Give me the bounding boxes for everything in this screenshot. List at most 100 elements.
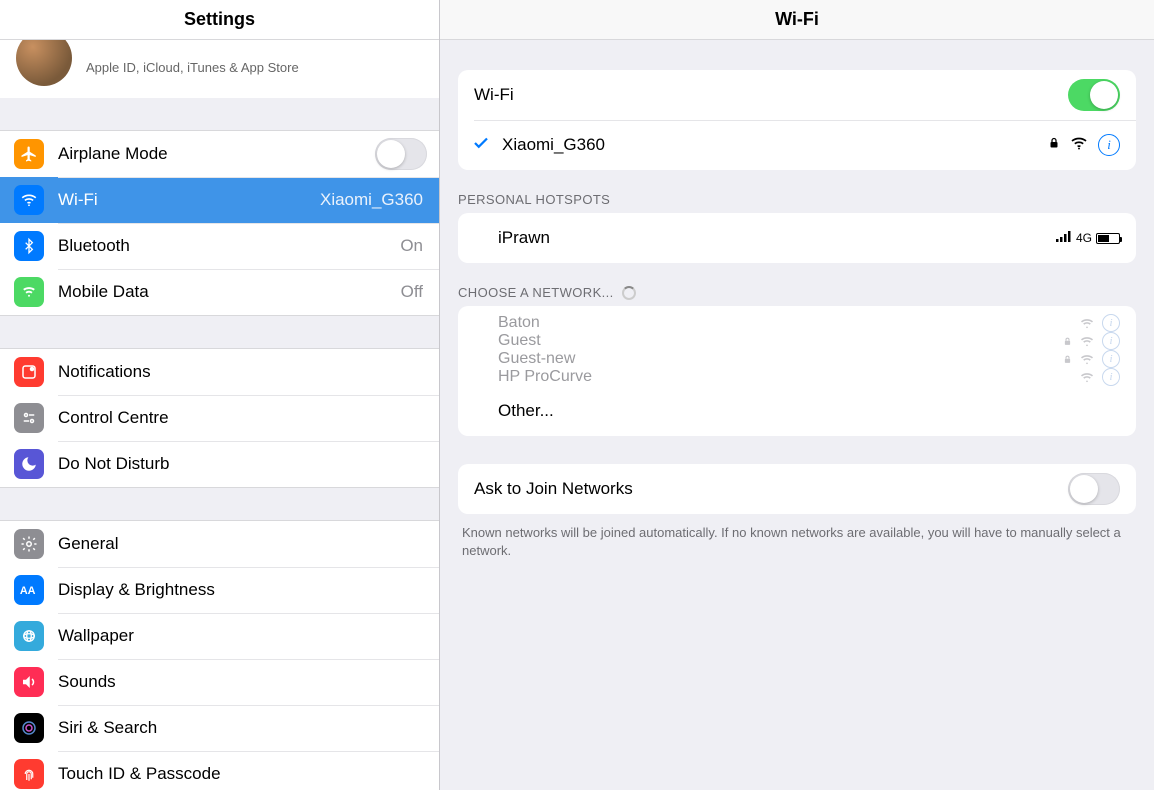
wifi-signal-icon bbox=[1070, 136, 1088, 155]
sidebar-item-mobile-data[interactable]: Mobile Data Off bbox=[0, 269, 439, 315]
sidebar-group-connectivity: Airplane Mode Wi-Fi Xiaomi_G360 Bluetoot… bbox=[0, 130, 439, 316]
row-label: Airplane Mode bbox=[58, 144, 375, 164]
wifi-signal-icon bbox=[1080, 336, 1094, 347]
network-name: HP ProCurve bbox=[498, 368, 1080, 386]
sidebar-item-siri[interactable]: Siri & Search bbox=[0, 705, 439, 751]
check-icon bbox=[472, 134, 490, 157]
ask-join-help: Known networks will be joined automatica… bbox=[440, 514, 1154, 570]
info-button[interactable]: i bbox=[1102, 368, 1120, 386]
row-label: Notifications bbox=[58, 362, 427, 382]
network-row[interactable]: Guest i bbox=[498, 332, 1120, 350]
sidebar-item-wallpaper[interactable]: Wallpaper bbox=[0, 613, 439, 659]
network-name: Guest bbox=[498, 332, 1063, 350]
sidebar-item-bluetooth[interactable]: Bluetooth On bbox=[0, 223, 439, 269]
sidebar-item-sounds[interactable]: Sounds bbox=[0, 659, 439, 705]
sidebar-title: Settings bbox=[0, 0, 439, 40]
lock-icon bbox=[1063, 336, 1072, 347]
row-label: Mobile Data bbox=[58, 282, 401, 302]
row-label: Display & Brightness bbox=[58, 580, 427, 600]
account-subtitle: Apple ID, iCloud, iTunes & App Store bbox=[86, 60, 299, 75]
mobile-data-icon bbox=[14, 277, 44, 307]
row-value: Off bbox=[401, 282, 423, 302]
lock-icon bbox=[1063, 354, 1072, 365]
network-row[interactable]: HP ProCurve i bbox=[498, 368, 1120, 386]
network-name: Baton bbox=[498, 314, 1080, 332]
dnd-icon bbox=[14, 449, 44, 479]
info-button[interactable]: i bbox=[1102, 332, 1120, 350]
sidebar-item-notifications[interactable]: Notifications bbox=[0, 349, 439, 395]
row-label: Do Not Disturb bbox=[58, 454, 427, 474]
settings-sidebar: Settings Apple ID, iCloud, iTunes & App … bbox=[0, 0, 440, 790]
info-button[interactable]: i bbox=[1098, 134, 1120, 156]
battery-icon bbox=[1096, 233, 1120, 244]
row-label: Wi-Fi bbox=[58, 190, 320, 210]
wifi-main-section: Wi-Fi Xiaomi_G360 i bbox=[458, 70, 1136, 170]
sidebar-group-notifications: Notifications Control Centre Do Not Dist… bbox=[0, 348, 439, 488]
airplane-switch[interactable] bbox=[375, 138, 427, 170]
display-icon: AA bbox=[14, 575, 44, 605]
ask-join-section: Ask to Join Networks bbox=[458, 464, 1136, 514]
wifi-signal-icon bbox=[1080, 354, 1094, 365]
hotspot-row[interactable]: iPrawn 4G bbox=[458, 213, 1136, 263]
row-label: Sounds bbox=[58, 672, 427, 692]
sidebar-item-account[interactable]: Apple ID, iCloud, iTunes & App Store bbox=[0, 40, 439, 98]
hotspot-name: iPrawn bbox=[498, 228, 1056, 248]
networks-section: Baton i Guest i Guest-new i HP ProCurve … bbox=[458, 306, 1136, 436]
notifications-icon bbox=[14, 357, 44, 387]
row-label: Control Centre bbox=[58, 408, 427, 428]
hotspot-signal-label: 4G bbox=[1076, 231, 1092, 245]
wallpaper-icon bbox=[14, 621, 44, 651]
row-value: Xiaomi_G360 bbox=[320, 190, 423, 210]
choose-network-header: CHOOSE A NETWORK... bbox=[440, 263, 1154, 306]
sounds-icon bbox=[14, 667, 44, 697]
sidebar-group-general: General AA Display & Brightness Wallpape… bbox=[0, 520, 439, 790]
wifi-toggle-label: Wi-Fi bbox=[474, 85, 1068, 105]
sidebar-item-control-centre[interactable]: Control Centre bbox=[0, 395, 439, 441]
siri-icon bbox=[14, 713, 44, 743]
other-network-row[interactable]: Other... bbox=[458, 386, 1136, 436]
bluetooth-icon bbox=[14, 231, 44, 261]
avatar bbox=[16, 40, 72, 86]
detail-pane: Wi-Fi Wi-Fi Xiaomi_G360 bbox=[440, 0, 1154, 790]
network-row[interactable]: Guest-new i bbox=[498, 350, 1120, 368]
loading-spinner-icon bbox=[622, 286, 636, 300]
row-value: On bbox=[400, 236, 423, 256]
sidebar-item-dnd[interactable]: Do Not Disturb bbox=[0, 441, 439, 487]
touchid-icon bbox=[14, 759, 44, 789]
control-centre-icon bbox=[14, 403, 44, 433]
cell-bars-icon bbox=[1056, 231, 1072, 245]
hotspots-header: PERSONAL HOTSPOTS bbox=[440, 170, 1154, 213]
lock-icon bbox=[1048, 136, 1060, 155]
network-name: Guest-new bbox=[498, 350, 1063, 368]
row-label: Siri & Search bbox=[58, 718, 427, 738]
networks-faded-list: Baton i Guest i Guest-new i HP ProCurve … bbox=[458, 310, 1136, 386]
row-label: Touch ID & Passcode bbox=[58, 764, 427, 784]
info-button[interactable]: i bbox=[1102, 350, 1120, 368]
row-label: Bluetooth bbox=[58, 236, 400, 256]
wifi-icon bbox=[14, 185, 44, 215]
detail-title: Wi-Fi bbox=[440, 0, 1154, 40]
wifi-toggle-row[interactable]: Wi-Fi bbox=[458, 70, 1136, 120]
connected-network-row[interactable]: Xiaomi_G360 i bbox=[458, 120, 1136, 170]
sidebar-item-airplane[interactable]: Airplane Mode bbox=[0, 131, 439, 177]
sidebar-item-wifi[interactable]: Wi-Fi Xiaomi_G360 bbox=[0, 177, 439, 223]
connected-network-name: Xiaomi_G360 bbox=[502, 135, 1048, 155]
info-button[interactable]: i bbox=[1102, 314, 1120, 332]
ask-join-label: Ask to Join Networks bbox=[474, 479, 1068, 499]
gear-icon bbox=[14, 529, 44, 559]
airplane-icon bbox=[14, 139, 44, 169]
sidebar-item-touchid[interactable]: Touch ID & Passcode bbox=[0, 751, 439, 790]
row-label: Wallpaper bbox=[58, 626, 427, 646]
network-row[interactable]: Baton i bbox=[498, 314, 1120, 332]
sidebar-item-general[interactable]: General bbox=[0, 521, 439, 567]
wifi-signal-icon bbox=[1080, 318, 1094, 329]
sidebar-item-display[interactable]: AA Display & Brightness bbox=[0, 567, 439, 613]
other-label: Other... bbox=[498, 401, 1120, 421]
hotspots-section: iPrawn 4G bbox=[458, 213, 1136, 263]
wifi-switch[interactable] bbox=[1068, 79, 1120, 111]
ask-join-switch[interactable] bbox=[1068, 473, 1120, 505]
svg-text:AA: AA bbox=[20, 585, 36, 597]
wifi-signal-icon bbox=[1080, 372, 1094, 383]
ask-join-row[interactable]: Ask to Join Networks bbox=[458, 464, 1136, 514]
choose-network-label: CHOOSE A NETWORK... bbox=[458, 285, 614, 300]
